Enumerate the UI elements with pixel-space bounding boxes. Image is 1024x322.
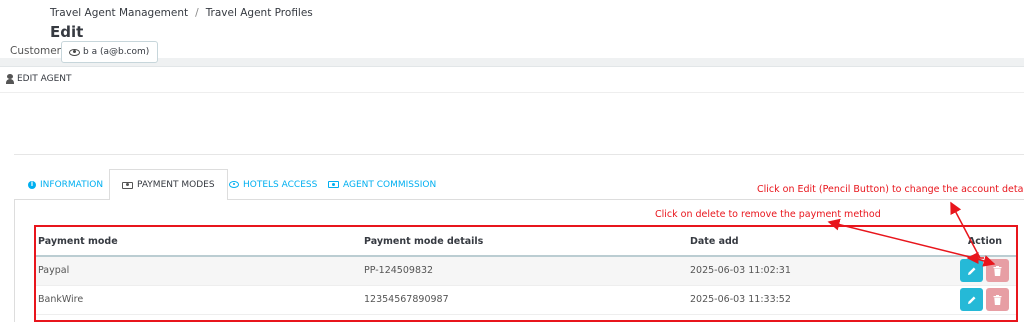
date-add-cell: 2025-06-03 11:33:52 <box>688 285 948 315</box>
panel-heading: EDIT AGENT <box>0 67 1024 93</box>
payment-mode-cell: BankWire <box>36 285 362 315</box>
annotation-delete-text: Click on delete to remove the payment me… <box>655 209 881 220</box>
table-header-row: Payment mode Payment mode details Date a… <box>36 227 1016 257</box>
payment-modes-table: Payment mode Payment mode details Date a… <box>36 227 1016 315</box>
money-icon <box>328 181 339 188</box>
payment-mode-details-cell: PP-124509832 <box>362 256 688 286</box>
date-add-cell: 2025-06-03 11:02:31 <box>688 256 948 286</box>
annotation-edit-text: Click on Edit (Pencil Button) to change … <box>757 184 1024 195</box>
column-header-date-add: Date add <box>688 227 948 257</box>
payment-mode-details-cell: 12354567890987 <box>362 285 688 315</box>
tab-information-label: INFORMATION <box>40 179 104 190</box>
action-cell <box>948 256 1016 286</box>
breadcrumb-separator: / <box>195 7 199 19</box>
pencil-icon <box>967 296 975 304</box>
breadcrumb-item-travel-agent-management[interactable]: Travel Agent Management <box>50 7 188 19</box>
breadcrumb: Travel Agent Management / Travel Agent Pro… <box>50 7 313 19</box>
payment-mode-cell: Paypal <box>36 256 362 286</box>
info-circle-icon: i <box>28 180 36 189</box>
customer-view-button[interactable]: b a (a@b.com) <box>61 41 159 63</box>
action-cell <box>948 285 1016 315</box>
column-header-payment-mode-details: Payment mode details <box>362 227 688 257</box>
tab-payment-modes-label: PAYMENT MODES <box>137 180 215 190</box>
user-icon <box>6 74 14 84</box>
money-icon <box>122 181 133 189</box>
panel-title: EDIT AGENT <box>17 74 72 84</box>
tab-hotels-access-label: HOTELS ACCESS <box>243 179 318 190</box>
trash-icon <box>993 294 1002 305</box>
customer-label: Customer <box>10 45 62 57</box>
column-header-payment-mode: Payment mode <box>36 227 362 257</box>
edit-button[interactable] <box>960 259 983 283</box>
edit-button[interactable] <box>960 288 983 311</box>
pencil-icon <box>967 267 975 275</box>
eye-icon <box>69 48 80 56</box>
breadcrumb-item-travel-agent-profiles[interactable]: Travel Agent Profiles <box>206 7 313 19</box>
tab-payment-modes[interactable]: PAYMENT MODES <box>109 169 228 201</box>
delete-button[interactable] <box>986 288 1009 311</box>
divider <box>14 154 1024 155</box>
delete-button[interactable] <box>986 259 1009 283</box>
column-header-action: Action <box>948 227 1016 257</box>
eye-icon <box>229 181 239 188</box>
trash-icon <box>993 265 1002 276</box>
tab-hotels-access[interactable]: HOTELS ACCESS <box>217 169 329 200</box>
page-title: Edit <box>50 23 84 41</box>
tab-agent-commission[interactable]: AGENT COMMISSION <box>316 169 448 200</box>
customer-value: b a (a@b.com) <box>83 47 150 57</box>
tab-agent-commission-label: AGENT COMMISSION <box>343 179 437 190</box>
table-row: Paypal PP-124509832 2025-06-03 11:02:31 <box>36 256 1016 286</box>
table-row: BankWire 12354567890987 2025-06-03 11:33… <box>36 285 1016 315</box>
tab-information[interactable]: i INFORMATION <box>16 169 115 200</box>
